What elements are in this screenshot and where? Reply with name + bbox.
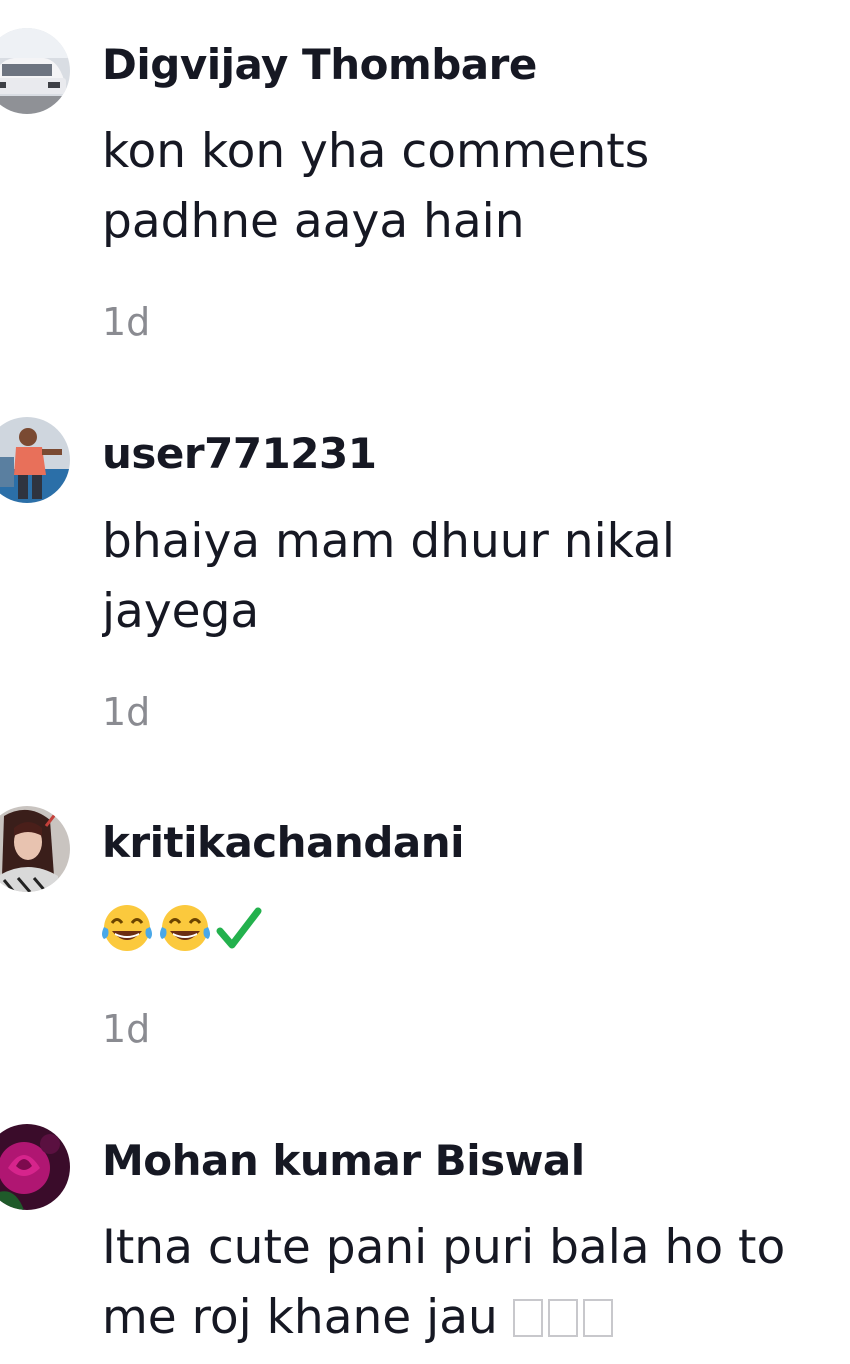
comment-username[interactable]: Digvijay Thombare [102, 40, 537, 89]
man-standing-photo-avatar [0, 417, 70, 503]
avatar[interactable] [0, 28, 70, 114]
comment-text: bhaiya mam dhuur nikal jayega [102, 514, 675, 639]
tears-of-joy-emoji [160, 905, 210, 951]
comment-timestamp: 1d [102, 1007, 151, 1051]
avatar[interactable] [0, 1124, 70, 1210]
comment-text-line: me roj khane jau [102, 1283, 850, 1353]
tears-of-joy-emoji [102, 905, 152, 951]
car-photo-avatar [0, 28, 70, 114]
comment-text: kon kon yha comments padhne aaya hain [102, 124, 650, 249]
rose-flower-avatar [0, 1124, 70, 1210]
comment-text-segment: me roj khane jau [102, 1290, 498, 1345]
check-mark-icon [216, 907, 262, 949]
avatar[interactable] [0, 417, 70, 503]
comment-text: Itna cute pani puri bala ho to me roj kh… [102, 1213, 850, 1353]
comment-timestamp: 1d [102, 300, 151, 344]
comment-text-line: Itna cute pani puri bala ho to [102, 1220, 786, 1275]
unrendered-glyph-box [547, 1299, 578, 1337]
unrendered-glyph-box [582, 1299, 613, 1337]
comment-emojis [100, 903, 262, 953]
woman-portrait-avatar [0, 806, 70, 892]
comment-username[interactable]: user771231 [102, 429, 377, 478]
unrendered-glyph-box [512, 1299, 543, 1337]
comment-timestamp: 1d [102, 690, 151, 734]
comment-username[interactable]: Mohan kumar Biswal [102, 1136, 585, 1185]
avatar[interactable] [0, 806, 70, 892]
comment-username[interactable]: kritikachandani [102, 818, 465, 867]
